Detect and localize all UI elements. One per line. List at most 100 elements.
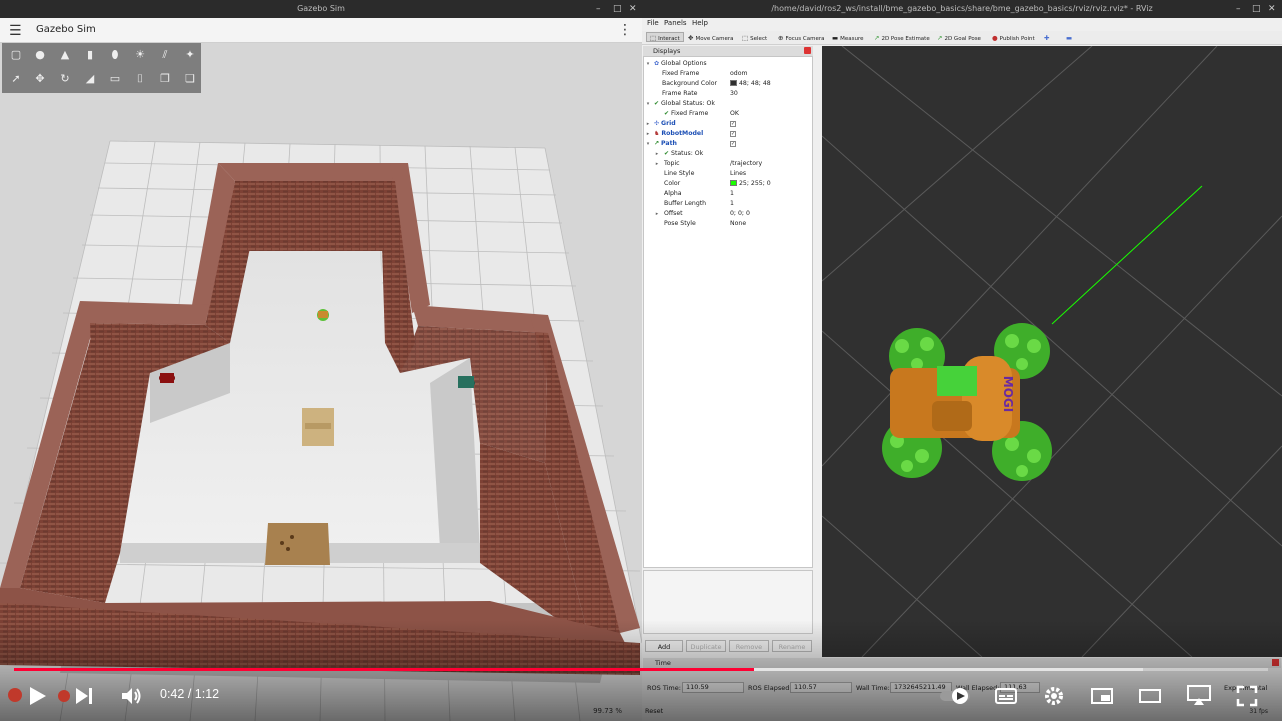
box-shape-icon[interactable]: ▢ xyxy=(8,47,24,63)
rviz-menubar: File Panels Help xyxy=(642,18,1282,30)
paste-icon[interactable]: ❏ xyxy=(182,71,198,87)
sphere-shape-icon[interactable]: ● xyxy=(32,47,48,63)
displays-tree: ▾ ✿ Global Options Fixed Frame odom Backg… xyxy=(643,56,813,568)
tree-row-path[interactable]: ▾ ↗ Path ✓ xyxy=(644,139,812,149)
menu-file[interactable]: File xyxy=(647,19,659,27)
collapsed-arrow-icon[interactable]: ▸ xyxy=(645,119,651,129)
path-color-swatch[interactable] xyxy=(730,180,737,186)
video-progress-bar[interactable] xyxy=(14,668,1268,671)
remove-tool-icon[interactable]: ▬ xyxy=(1066,33,1074,43)
collapsed-arrow-icon[interactable]: ▸ xyxy=(645,129,651,139)
tree-row-background-color[interactable]: Background Color 48; 48; 48 xyxy=(644,79,812,89)
tree-row-global-status[interactable]: ▾ ✔ Global Status: Ok xyxy=(644,99,812,109)
tree-row-frame-rate[interactable]: Frame Rate 30 xyxy=(644,89,812,99)
panel-splitter[interactable] xyxy=(815,46,821,657)
capsule-shape-icon[interactable]: ⬮ xyxy=(107,47,123,63)
robot-model-enabled-checkbox[interactable]: ✓ xyxy=(730,131,736,137)
sun-light-icon[interactable]: ☀ xyxy=(132,47,148,63)
expand-arrow-icon[interactable]: ▾ xyxy=(645,139,651,149)
align-icon[interactable]: ▭ xyxy=(107,71,123,87)
tree-row-robot-model[interactable]: ▸ ♞ RobotModel ✓ xyxy=(644,129,812,139)
tree-row-color[interactable]: Color 25; 255; 0 xyxy=(644,179,812,189)
add-tool-icon[interactable]: ✚ xyxy=(1044,33,1051,43)
property-description-box xyxy=(643,570,813,634)
collapsed-arrow-icon[interactable]: ▸ xyxy=(654,209,660,219)
minimize-icon[interactable]: – xyxy=(1236,0,1241,18)
video-time-display: 0:42 / 1:12 xyxy=(160,687,220,701)
close-icon[interactable]: ✕ xyxy=(1268,0,1276,18)
fullscreen-icon[interactable] xyxy=(1236,685,1258,707)
path-enabled-checkbox[interactable]: ✓ xyxy=(730,141,736,147)
tree-row-alpha[interactable]: Alpha 1 xyxy=(644,189,812,199)
close-panel-icon[interactable] xyxy=(804,47,811,54)
interact-tool[interactable]: ⬚ Interact xyxy=(646,32,684,42)
goal-pose-tool[interactable]: ↗ 2D Goal Pose xyxy=(937,33,981,43)
miniplayer-icon[interactable] xyxy=(1090,686,1114,706)
record-indicator-icon xyxy=(58,690,70,702)
close-icon[interactable]: ✕ xyxy=(629,0,637,18)
cylinder-shape-icon[interactable]: ▮ xyxy=(82,47,98,63)
directional-light-icon[interactable]: ⫽ xyxy=(157,47,173,63)
tree-row-pose-style[interactable]: Pose Style None xyxy=(644,219,812,229)
tree-row-offset[interactable]: ▸ Offset 0; 0; 0 xyxy=(644,209,812,219)
pose-estimate-tool[interactable]: ↗ 2D Pose Estimate xyxy=(874,33,930,43)
spot-light-icon[interactable]: ✦ xyxy=(182,47,198,63)
copy-icon[interactable]: ❐ xyxy=(157,71,173,87)
collapsed-arrow-icon[interactable]: ▸ xyxy=(654,159,660,169)
tree-row-grid[interactable]: ▸ ✣ Grid ✓ xyxy=(644,119,812,129)
select-cursor-icon[interactable]: ➚ xyxy=(8,71,24,87)
minimize-icon[interactable]: – xyxy=(596,0,601,18)
gazebo-shape-toolbar: ▢ ● ▲ ▮ ⬮ ☀ ⫽ ✦ ➚ ✥ ↻ ◢ ▭ ⌷ ❐ ❏ xyxy=(2,43,201,93)
duplicate-display-button[interactable]: Duplicate xyxy=(686,640,726,652)
expand-arrow-icon[interactable]: ▾ xyxy=(645,99,651,109)
tree-row-fixed-frame-status[interactable]: ✔ Fixed Frame OK xyxy=(644,109,812,119)
move-camera-tool[interactable]: ✥ Move Camera xyxy=(688,33,734,43)
background-color-swatch[interactable] xyxy=(730,80,737,86)
kebab-menu-icon[interactable]: ⋮ xyxy=(618,22,632,38)
focus-camera-tool[interactable]: ⊕ Focus Camera xyxy=(778,33,825,43)
play-icon[interactable] xyxy=(28,685,48,707)
expand-arrow-icon[interactable]: ▾ xyxy=(645,59,651,69)
tree-row-line-style[interactable]: Line Style Lines xyxy=(644,169,812,179)
translate-icon[interactable]: ✥ xyxy=(32,71,48,87)
tree-row-topic[interactable]: ▸ Topic /trajectory xyxy=(644,159,812,169)
close-panel-icon[interactable] xyxy=(1272,659,1279,666)
remove-display-button[interactable]: Remove xyxy=(729,640,769,652)
ros-elapsed-field[interactable]: 110.57 xyxy=(790,682,852,693)
snap-icon[interactable]: ◢ xyxy=(82,71,98,87)
settings-gear-icon[interactable] xyxy=(1042,684,1066,708)
add-display-button[interactable]: Add xyxy=(645,640,683,652)
reset-button[interactable]: Reset xyxy=(645,707,663,715)
autoplay-pause-icon[interactable] xyxy=(8,688,22,702)
cone-shape-icon[interactable]: ▲ xyxy=(57,47,73,63)
video-duration: 1:12 xyxy=(194,687,220,701)
maximize-icon[interactable]: □ xyxy=(1252,0,1261,18)
select-tool[interactable]: ⬚ Select xyxy=(742,33,767,43)
rename-display-button[interactable]: Rename xyxy=(772,640,812,652)
grid-enabled-checkbox[interactable]: ✓ xyxy=(730,121,736,127)
next-video-icon[interactable] xyxy=(74,686,94,706)
measure-tool[interactable]: ▬ Measure xyxy=(832,33,864,43)
volume-icon[interactable] xyxy=(120,686,142,706)
select-icon: ⬚ xyxy=(742,34,749,42)
menu-help[interactable]: Help xyxy=(692,19,708,27)
autoplay-toggle-icon[interactable] xyxy=(938,686,972,706)
rviz-window: /home/david/ros2_ws/install/bme_gazebo_b… xyxy=(642,0,1282,721)
gazebo-3d-scene[interactable] xyxy=(0,43,642,721)
theater-mode-icon[interactable] xyxy=(1138,686,1162,706)
screenshot-camera-icon[interactable]: ⌷ xyxy=(132,71,148,87)
tree-row-fixed-frame[interactable]: Fixed Frame odom xyxy=(644,69,812,79)
tree-row-path-status[interactable]: ▸ ✔ Status: Ok xyxy=(644,149,812,159)
tree-row-global-options[interactable]: ▾ ✿ Global Options xyxy=(644,59,812,69)
subtitles-icon[interactable] xyxy=(994,686,1018,706)
maximize-icon[interactable]: □ xyxy=(613,0,622,18)
tree-row-buffer-length[interactable]: Buffer Length 1 xyxy=(644,199,812,209)
publish-point-tool[interactable]: ● Publish Point xyxy=(992,33,1035,43)
cast-airplay-icon[interactable] xyxy=(1186,684,1212,706)
ros-time-field[interactable]: 110.59 xyxy=(682,682,744,693)
hamburger-menu-icon[interactable]: ☰ xyxy=(9,23,22,39)
collapsed-arrow-icon[interactable]: ▸ xyxy=(654,149,660,159)
rotate-icon[interactable]: ↻ xyxy=(57,71,73,87)
menu-panels[interactable]: Panels xyxy=(664,19,687,27)
rviz-3d-view[interactable]: MOGI xyxy=(822,46,1282,657)
